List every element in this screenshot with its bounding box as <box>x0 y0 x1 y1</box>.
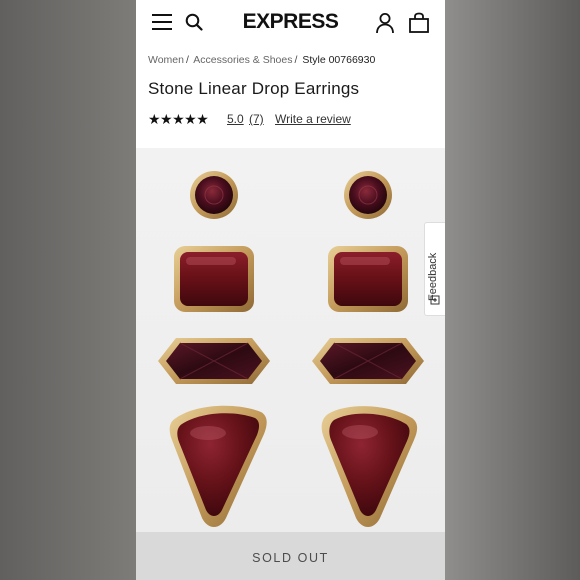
product-title: Stone Linear Drop Earrings <box>148 79 360 98</box>
breadcrumb-separator: / <box>294 54 298 66</box>
breadcrumb: Women / Accessories & Shoes / Style 007669… <box>148 54 375 66</box>
background-right <box>445 0 580 580</box>
right-earring <box>312 171 424 527</box>
star-rating-icon: ★★★★★ <box>148 111 209 127</box>
breadcrumb-link-accessories[interactable]: Accessories & Shoes <box>193 54 292 66</box>
top-navigation-bar: EXPRESS <box>136 0 445 46</box>
brand-logo[interactable]: EXPRESS <box>136 10 445 34</box>
feedback-tab[interactable]: Feedback <box>424 222 445 316</box>
sold-out-button[interactable]: SOLD OUT <box>136 532 445 580</box>
background-left <box>0 0 136 580</box>
review-count-link[interactable]: (7) <box>249 112 264 126</box>
shopping-bag-icon[interactable] <box>408 12 430 34</box>
product-image[interactable] <box>136 148 445 532</box>
breadcrumb-separator: / <box>186 54 189 66</box>
feedback-label: Feedback <box>427 252 439 301</box>
rating-score-link[interactable]: 5.0 <box>227 112 244 126</box>
product-page: EXPRESS Women / Accessories & Shoes / Styl… <box>136 0 445 580</box>
write-review-link[interactable]: Write a review <box>275 112 351 126</box>
breadcrumb-link-women[interactable]: Women <box>148 54 184 66</box>
breadcrumb-style-number: Style 00766930 <box>302 54 376 66</box>
user-icon[interactable] <box>375 12 395 34</box>
earrings-image <box>158 171 424 527</box>
left-earring <box>158 171 270 527</box>
